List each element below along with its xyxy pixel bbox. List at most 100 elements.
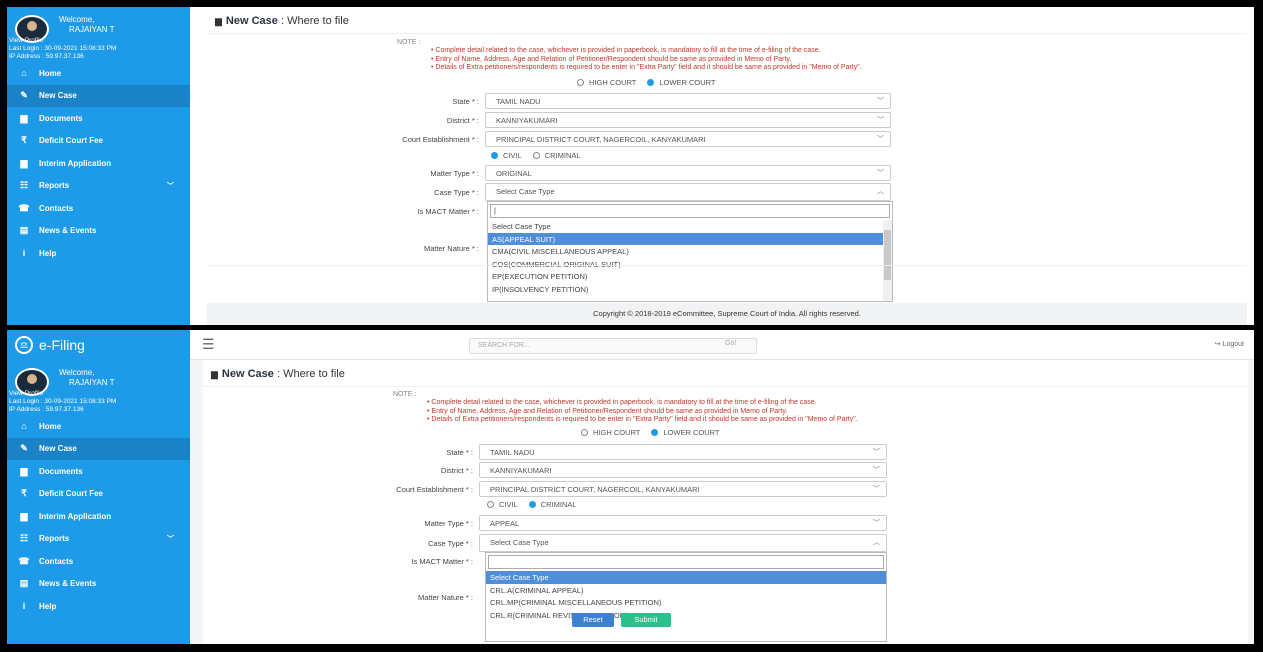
welcome-text: Welcome,: [59, 368, 95, 377]
radio-criminal[interactable]: [528, 501, 536, 508]
radio-high-court[interactable]: [577, 79, 584, 86]
case-type-select[interactable]: Select Case Type ︿: [485, 183, 891, 201]
dropdown-option[interactable]: CRL.A(CRIMINAL APPEAL): [486, 584, 886, 597]
chevron-up-icon: ︿: [877, 188, 884, 195]
edit-icon: ✎: [20, 90, 28, 101]
radio-civil[interactable]: [491, 152, 498, 159]
district-select[interactable]: KANNIYAKUMARI ﹀: [485, 112, 891, 128]
sidebar-item-interim-application[interactable]: ▆ Interim Application: [7, 505, 190, 528]
radio-civil[interactable]: [487, 501, 494, 508]
sidebar-item-deficit-court-fee[interactable]: ₹ Deficit Court Fee: [7, 483, 190, 506]
info-icon: i: [22, 248, 26, 259]
sidebar-item-deficit-court-fee[interactable]: ₹ Deficit Court Fee: [7, 130, 190, 153]
chevron-down-icon: ﹀: [873, 520, 880, 527]
profile-panel: Welcome, RAJAIYAN T View Profile Last Lo…: [7, 7, 190, 62]
radio-criminal[interactable]: [532, 152, 540, 159]
chevron-down-icon: ﹀: [877, 98, 884, 105]
sidebar-item-contacts[interactable]: ☎ Contacts: [7, 550, 190, 573]
dropdown-option[interactable]: Select Case Type: [488, 220, 883, 233]
dropdown-search-input[interactable]: |: [490, 204, 890, 218]
sidebar-item-documents[interactable]: ▆ Documents: [7, 460, 190, 483]
dropdown-search-input[interactable]: [488, 555, 884, 569]
sidebar: Welcome, RAJAIYAN T View Profile Last Lo…: [7, 360, 190, 644]
page-title: ▆ New Case : Where to file: [215, 15, 349, 27]
district-label: District * :: [446, 115, 479, 125]
view-profile-link[interactable]: View Profile: [9, 390, 116, 398]
radio-high-court[interactable]: [581, 429, 588, 436]
home-icon: ⌂: [21, 68, 27, 79]
matter-nature-label: Matter Nature * :: [417, 593, 473, 602]
matter-radio-group: CIVIL CRIMINAL: [491, 151, 581, 160]
topbar: ⚖ e-Filing ☰ SEARCH FOR... Go! ↪ Logout: [7, 330, 1254, 360]
court-establishment-label: Court Establishment * :: [402, 134, 479, 144]
dropdown-option[interactable]: CMA(CIVIL MISCELLANEOUS APPEAL): [488, 245, 883, 258]
sidebar-item-home[interactable]: ⌂ Home: [7, 62, 190, 85]
sidebar-item-help[interactable]: i Help: [7, 595, 190, 618]
hamburger-menu-icon[interactable]: ☰: [202, 336, 215, 353]
matter-nature-label: Matter Nature * :: [423, 244, 479, 253]
case-type-select[interactable]: Select Case Type ︿: [479, 534, 887, 552]
dropdown-option[interactable]: EP(EXECUTION PETITION): [488, 270, 883, 283]
sidebar-item-new-case[interactable]: ✎ New Case: [7, 437, 190, 460]
screenshot-bottom: ⚖ e-Filing ☰ SEARCH FOR... Go! ↪ Logout W…: [7, 330, 1254, 644]
radio-lower-court[interactable]: [647, 79, 655, 86]
briefcase-icon: ▆: [211, 369, 218, 379]
welcome-text: Welcome,: [59, 15, 95, 24]
info-icon: i: [22, 601, 26, 612]
sidebar-item-news-events[interactable]: ▤ News & Events: [7, 220, 190, 243]
ip-address: IP Address : 59.97.37.136: [9, 53, 84, 60]
dropdown-option[interactable]: COS(COMMERCIAL ORIGINAL SUIT): [488, 258, 883, 271]
user-name: RAJAIYAN T: [69, 378, 115, 387]
court-establishment-select[interactable]: PRINCIPAL DISTRICT COURT, NAGERCOIL, KAN…: [479, 481, 887, 497]
sidebar-item-help[interactable]: i Help: [7, 242, 190, 265]
district-select[interactable]: KANNIYAKUMARI ﹀: [479, 462, 887, 478]
sidebar-item-interim-application[interactable]: ▆ Interim Application: [7, 152, 190, 175]
reports-icon: ☷: [19, 533, 29, 544]
reset-button[interactable]: Reset: [572, 613, 614, 627]
chevron-down-icon: ﹀: [873, 486, 880, 493]
state-select[interactable]: TAMIL NADU ﹀: [485, 93, 891, 109]
dropdown-option[interactable]: AS(APPEAL SUIT): [488, 232, 883, 245]
view-profile-link[interactable]: View Profile: [9, 37, 116, 45]
edit-icon: ✎: [20, 443, 28, 454]
court-establishment-select[interactable]: PRINCIPAL DISTRICT COURT, NAGERCOIL, KAN…: [485, 131, 891, 147]
brand[interactable]: ⚖ e-Filing: [7, 330, 190, 360]
matter-type-select[interactable]: APPEAL ﹀: [479, 515, 887, 531]
profile-panel: Welcome, RAJAIYAN T View Profile Last Lo…: [7, 360, 190, 415]
dropdown-option[interactable]: CRL.R(CRIMINAL REVISION PETITION): [486, 609, 886, 622]
dropdown-scrollbar[interactable]: [883, 220, 892, 301]
last-login: Last Login : 30-09-2021 15:08:33 PM: [9, 45, 117, 52]
sidebar-item-new-case[interactable]: ✎ New Case: [7, 84, 190, 107]
court-establishment-label: Court Establishment * :: [396, 484, 473, 494]
sidebar-item-reports[interactable]: ☷ Reports ﹀: [7, 528, 190, 551]
chevron-down-icon: ﹀: [873, 467, 880, 474]
search-go-button[interactable]: Go!: [725, 340, 736, 347]
state-label: State * :: [452, 96, 479, 106]
chevron-down-icon: ﹀: [167, 182, 174, 190]
dropdown-option[interactable]: IP(INSOLVENCY PETITION): [488, 283, 883, 296]
search-input[interactable]: SEARCH FOR...: [469, 338, 757, 354]
logout-link[interactable]: ↪ Logout: [1215, 340, 1244, 348]
submit-button[interactable]: Submit: [621, 613, 671, 627]
state-select[interactable]: TAMIL NADU ﹀: [479, 444, 887, 460]
sidebar-item-documents[interactable]: ▆ Documents: [7, 107, 190, 130]
sidebar-item-contacts[interactable]: ☎ Contacts: [7, 197, 190, 220]
sidebar-item-reports[interactable]: ☷ Reports ﹀: [7, 175, 190, 198]
contacts-icon: ☎: [18, 202, 30, 213]
is-mact-label: Is MACT Matter * :: [411, 557, 473, 566]
sidebar-item-news-events[interactable]: ▤ News & Events: [7, 573, 190, 596]
sidebar-item-home[interactable]: ⌂ Home: [7, 415, 190, 438]
main-content: ▆ New Case : Where to file NOTE : • Compl…: [203, 360, 1248, 644]
dropdown-option[interactable]: CRL.MP(CRIMINAL MISCELLANEOUS PETITION): [486, 596, 886, 609]
briefcase-icon: ▆: [215, 16, 222, 26]
main-content: ▆ New Case : Where to file NOTE : • Compl…: [207, 7, 1247, 302]
matter-type-select[interactable]: ORIGINAL ﹀: [485, 165, 891, 181]
chevron-up-icon: ︿: [873, 539, 880, 546]
radio-lower-court[interactable]: [651, 429, 659, 436]
folder-icon: ▆: [20, 112, 28, 123]
state-label: State * :: [446, 447, 473, 457]
user-name: RAJAIYAN T: [69, 25, 115, 34]
case-type-label: Case Type * :: [434, 187, 479, 197]
dropdown-option[interactable]: Select Case Type: [486, 571, 886, 584]
news-icon: ▤: [19, 225, 29, 236]
